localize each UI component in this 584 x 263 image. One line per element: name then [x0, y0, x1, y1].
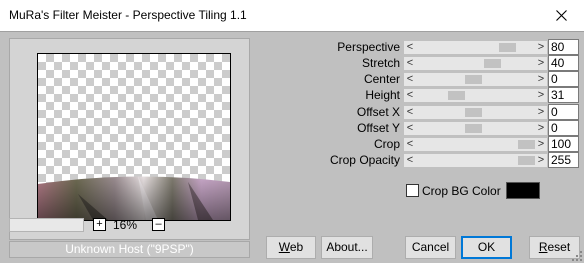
height-slider[interactable]: < >	[404, 89, 547, 102]
crop-label: Crop	[373, 137, 400, 151]
slider-thumb[interactable]	[518, 156, 535, 165]
offset-y-value[interactable]: 0	[548, 120, 579, 136]
offset-x-slider[interactable]: < >	[404, 106, 547, 119]
slider-right-arrow[interactable]: >	[535, 138, 547, 151]
slider-thumb[interactable]	[484, 59, 501, 68]
crop-bg-color-label[interactable]: Crop BG Color	[422, 184, 501, 198]
resize-grip-icon[interactable]	[572, 251, 582, 261]
crop-value[interactable]: 100	[548, 136, 579, 152]
web-button-mnemonic: W	[278, 240, 290, 254]
slider-right-arrow[interactable]: >	[535, 106, 547, 119]
preview-canvas[interactable]	[37, 53, 231, 221]
slider-left-arrow[interactable]: <	[404, 154, 416, 167]
crop-opacity-slider[interactable]: < >	[404, 154, 547, 167]
slider-left-arrow[interactable]: <	[404, 57, 416, 70]
cancel-button[interactable]: Cancel	[405, 236, 456, 259]
center-label: Center	[363, 72, 400, 86]
zoom-track	[9, 218, 84, 232]
about-button[interactable]: About...	[321, 236, 373, 259]
reset-button-label: eset	[547, 240, 571, 254]
crop-bg-color-swatch[interactable]	[506, 182, 540, 199]
slider-right-arrow[interactable]: >	[535, 89, 547, 102]
center-slider[interactable]: < >	[404, 73, 547, 86]
slider-right-arrow[interactable]: >	[535, 122, 547, 135]
perspective-label: Perspective	[337, 40, 400, 54]
crop-bg-color-checkbox[interactable]	[406, 184, 419, 197]
slider-left-arrow[interactable]: <	[404, 122, 416, 135]
slider-thumb[interactable]	[499, 43, 516, 52]
slider-thumb[interactable]	[465, 124, 482, 133]
slider-right-arrow[interactable]: >	[535, 154, 547, 167]
slider-left-arrow[interactable]: <	[404, 73, 416, 86]
offset-x-value[interactable]: 0	[548, 104, 579, 120]
stretch-slider[interactable]: < >	[404, 57, 547, 70]
stretch-label: Stretch	[361, 56, 400, 70]
window-title: MuRa's Filter Meister - Perspective Tili…	[9, 8, 247, 22]
web-button[interactable]: Web	[266, 236, 316, 259]
slider-left-arrow[interactable]: <	[404, 138, 416, 151]
preview-panel	[9, 38, 250, 240]
preview-image	[38, 176, 230, 220]
perspective-slider[interactable]: < >	[404, 41, 547, 54]
center-value[interactable]: 0	[548, 71, 579, 87]
offset-y-label: Offset Y	[357, 121, 400, 135]
slider-thumb[interactable]	[448, 91, 465, 100]
close-button[interactable]	[538, 0, 584, 31]
slider-thumb[interactable]	[465, 108, 482, 117]
ok-button[interactable]: OK	[461, 236, 512, 259]
height-value[interactable]: 31	[548, 87, 579, 103]
crop-opacity-label: Crop Opacity	[329, 153, 400, 167]
slider-thumb[interactable]	[518, 140, 535, 149]
zoom-in-button[interactable]: +	[93, 218, 106, 231]
zoom-level: 16%	[113, 218, 138, 232]
stretch-value[interactable]: 40	[548, 55, 579, 71]
slider-left-arrow[interactable]: <	[404, 89, 416, 102]
offset-x-label: Offset X	[356, 105, 400, 119]
slider-left-arrow[interactable]: <	[404, 106, 416, 119]
slider-left-arrow[interactable]: <	[404, 41, 416, 54]
dialog-client-area: + 16% – Unknown Host ("9PSP") Perspectiv…	[0, 31, 584, 263]
slider-right-arrow[interactable]: >	[535, 73, 547, 86]
title-bar: MuRa's Filter Meister - Perspective Tili…	[0, 0, 584, 31]
crop-opacity-value[interactable]: 255	[548, 152, 579, 168]
web-button-label: eb	[289, 240, 304, 254]
offset-y-slider[interactable]: < >	[404, 122, 547, 135]
slider-thumb[interactable]	[465, 75, 482, 84]
zoom-out-button[interactable]: –	[152, 218, 165, 231]
slider-right-arrow[interactable]: >	[535, 41, 547, 54]
height-label: Height	[365, 88, 400, 102]
close-icon	[555, 10, 567, 21]
host-status: Unknown Host ("9PSP")	[9, 241, 250, 258]
crop-slider[interactable]: < >	[404, 138, 547, 151]
perspective-value[interactable]: 80	[548, 39, 579, 55]
slider-right-arrow[interactable]: >	[535, 57, 547, 70]
